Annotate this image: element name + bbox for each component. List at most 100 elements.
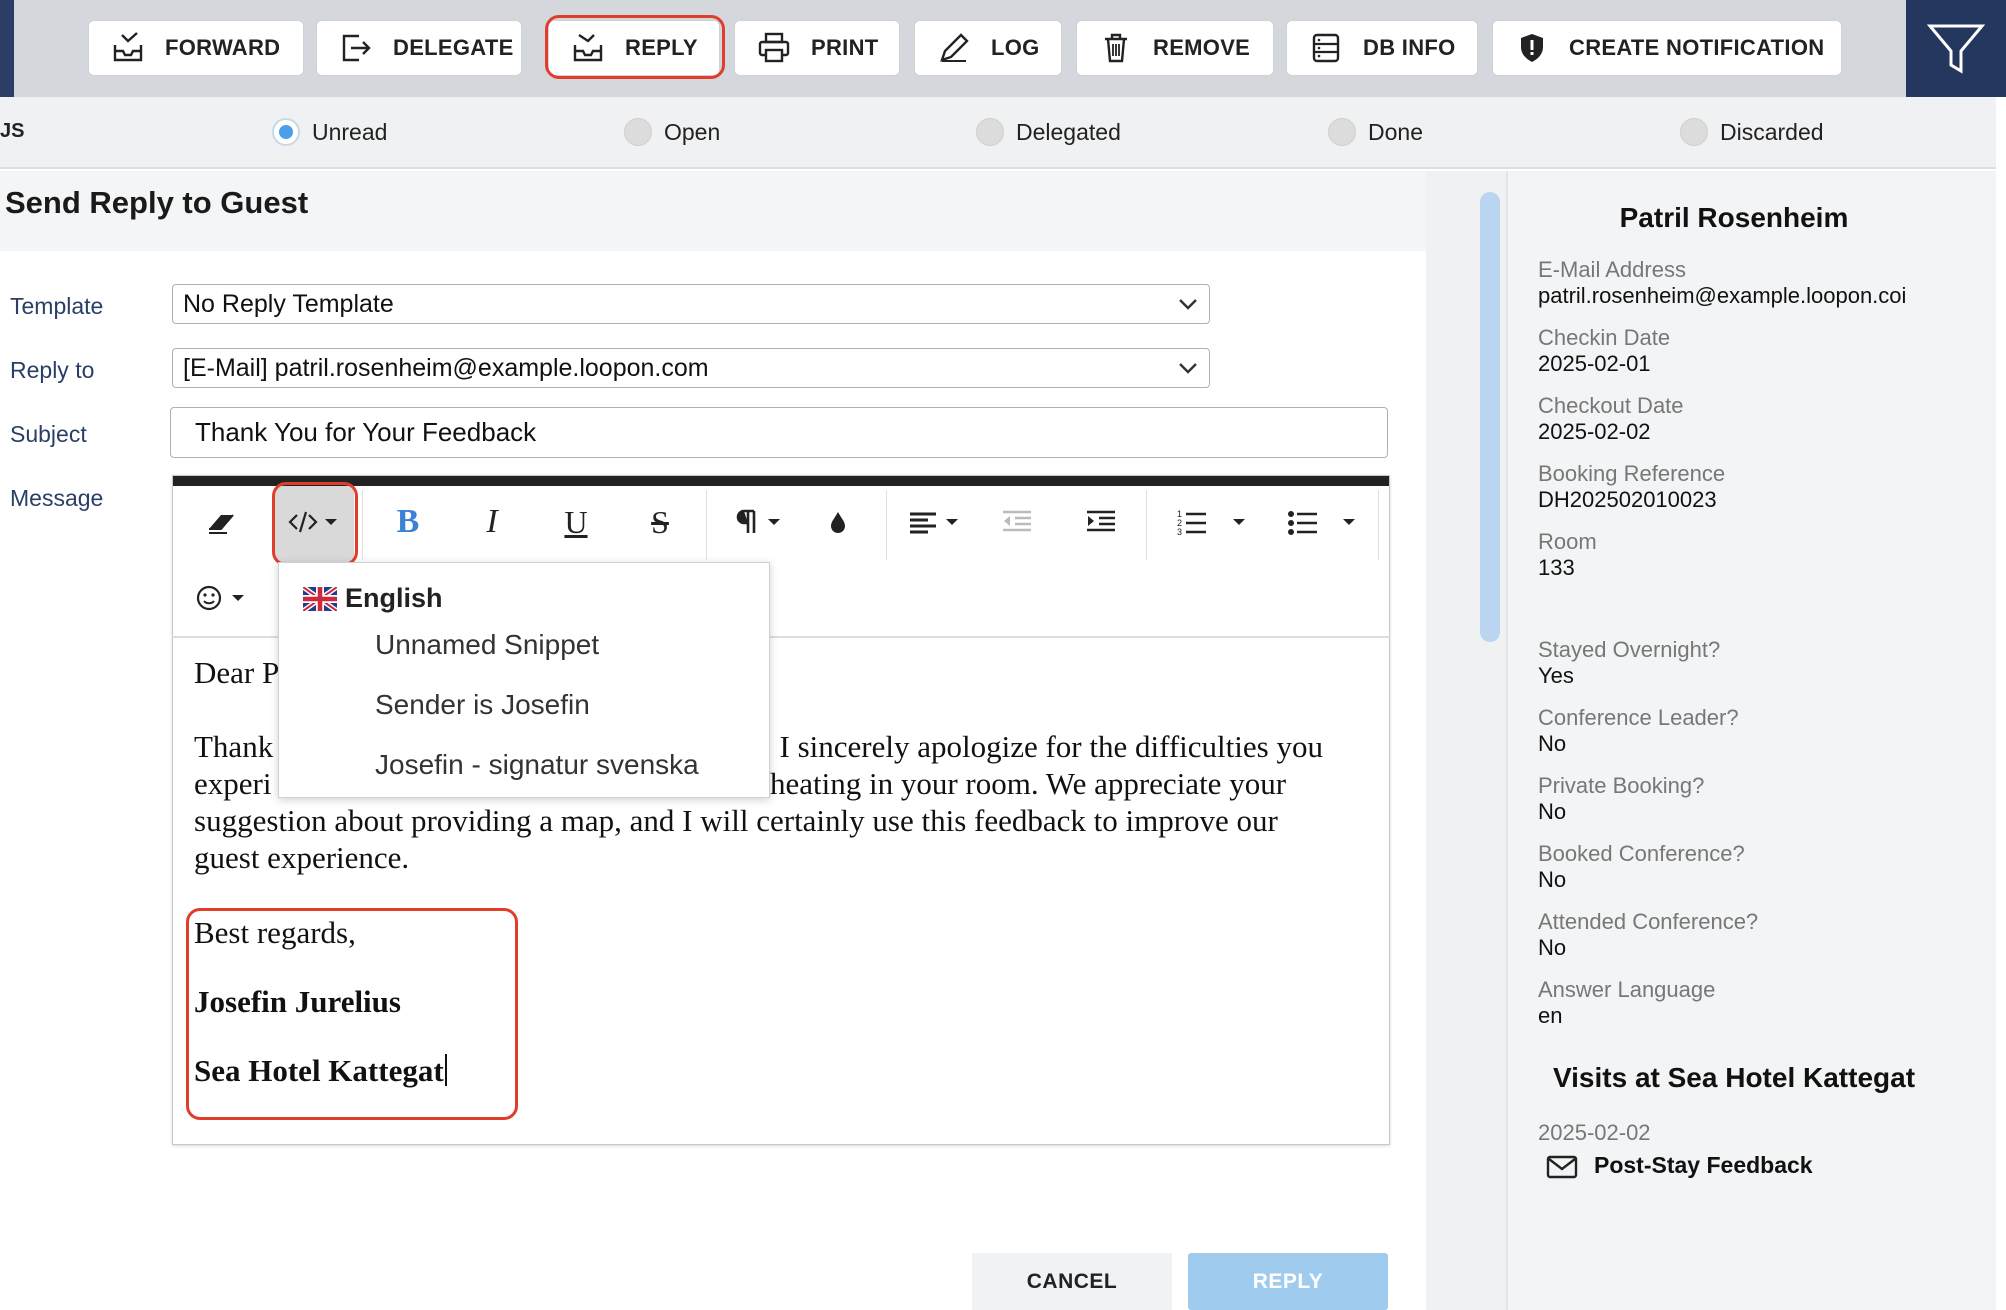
forward-label: FORWARD [165,35,281,60]
status-radio-label: Open [664,118,721,145]
reply-to-label: Reply to [10,357,95,383]
status-radio-discarded[interactable]: Discarded [1680,118,1824,146]
svg-text:3: 3 [1177,527,1182,537]
indent-icon [1087,510,1115,532]
visit-item-link[interactable]: Post-Stay Feedback [1546,1152,1813,1179]
scrollbar-thumb[interactable] [1480,192,1500,642]
snippet-group-english: English [303,583,443,614]
bold-icon: B [396,503,420,540]
code-snippet-icon [288,511,337,533]
reply-to-select[interactable]: [E-Mail] patril.rosenheim@example.loopon… [172,348,1210,388]
guest-field-label: Booked Conference? [1538,841,1745,866]
strikethrough-button[interactable]: S [642,492,678,552]
log-label: LOG [991,35,1040,60]
create-notification-label: CREATE NOTIFICATION [1569,35,1825,60]
body-line-2-right: heating in your room. We appreciate your [770,766,1287,801]
status-radio-unread[interactable]: Unread [272,118,387,146]
template-label: Template [10,293,104,319]
subject-input[interactable]: Thank You for Your Feedback [170,407,1388,458]
underline-button[interactable]: U [558,492,594,552]
right-edge [1996,97,2006,1310]
strikethrough-icon: S [651,503,669,540]
db-info-label: DB INFO [1363,35,1456,60]
guest-field-label: Checkout Date [1538,393,1684,418]
editor-top-border [173,476,1389,486]
toolbar-divider [362,490,363,560]
bold-button[interactable]: B [390,492,426,552]
db-info-button[interactable]: DB INFO [1286,20,1478,76]
uk-flag-icon [303,586,337,611]
closing-line: Best regards, [194,914,1364,983]
radio-dot [1328,118,1356,146]
indent-button[interactable] [1082,492,1120,552]
status-radio-delegated[interactable]: Delegated [976,118,1121,146]
message-label: Message [10,485,104,511]
outdent-button[interactable] [998,492,1036,552]
status-radio-open[interactable]: Open [624,118,720,146]
greeting-text: Dear P [194,655,280,690]
body-line-1-left: Thank [194,729,274,764]
create-notification-button[interactable]: CREATE NOTIFICATION [1492,20,1842,76]
snippet-item-sender-josefin[interactable]: Sender is Josefin [375,689,590,721]
guest-field-label: Attended Conference? [1538,909,1759,934]
visits-title: Visits at Sea Hotel Kattegat [1552,1062,1916,1093]
print-button[interactable]: PRINT [734,20,900,76]
eraser-icon [209,514,234,534]
body-line-4-text: guest experience. [194,840,410,875]
emoji-button[interactable] [196,568,252,628]
guest-booked-conf-value: No [1538,867,1567,892]
reply-toolbar-button[interactable]: REPLY [548,20,720,76]
status-radio-label: Unread [312,118,388,145]
guest-checkout-value: 2025-02-02 [1538,419,1651,444]
radio-dot-selected [272,118,300,146]
subject-input-value: Thank You for Your Feedback [195,417,537,447]
chevron-down-icon [1179,363,1197,374]
subject-label: Subject [10,421,87,447]
snippet-item-unnamed[interactable]: Unnamed Snippet [375,629,599,661]
pencil-icon [940,33,969,62]
remove-label: REMOVE [1153,35,1251,60]
visit-date: 2025-02-02 [1538,1120,1651,1145]
snippet-item-josefin-signatur[interactable]: Josefin - signatur svenska [375,749,699,781]
delegate-arrow-icon [342,34,371,62]
left-edge-bar [0,0,14,97]
template-select[interactable]: No Reply Template [172,284,1210,324]
guest-booking-ref-value: DH202502010023 [1538,487,1717,512]
text-color-button[interactable] [818,492,858,552]
code-snippet-button[interactable] [282,492,348,552]
log-button[interactable]: LOG [914,20,1062,76]
ordered-list-button[interactable]: 123 [1176,492,1254,552]
print-label: PRINT [811,35,879,60]
guest-field-label: Checkin Date [1538,325,1671,350]
italic-button[interactable]: I [474,492,510,552]
delegate-button[interactable]: DELEGATE [316,20,522,76]
envelope-icon [1546,1155,1578,1178]
body-line-4: guest experience. [194,839,1364,876]
status-radio-label: Discarded [1720,118,1824,145]
signature-name: Josefin Jurelius [194,984,401,1019]
cancel-button[interactable]: CANCEL [972,1253,1172,1310]
filter-button[interactable] [1906,0,2006,97]
paragraph-icon [736,509,780,533]
guest-email-value: patril.rosenheim@example.loopon.coi [1538,283,1907,308]
closing-text: Best regards, [194,915,356,950]
reply-toolbar-label: REPLY [625,35,698,60]
paragraph-button[interactable] [730,492,790,552]
remove-button[interactable]: REMOVE [1076,20,1274,76]
guest-field-label: Stayed Overnight? [1538,637,1721,662]
align-icon [910,512,958,534]
reply-form-title: Send Reply to Guest [5,185,309,220]
guest-private-value: No [1538,799,1567,824]
unordered-list-button[interactable] [1286,492,1364,552]
guest-room-value: 133 [1538,555,1575,580]
reply-submit-button[interactable]: REPLY [1188,1253,1388,1310]
guest-conf-leader-value: No [1538,731,1567,756]
chevron-down-icon [1179,299,1197,310]
align-button[interactable] [904,492,968,552]
status-label-fragment: JS [0,120,25,142]
forward-button[interactable]: FORWARD [88,20,304,76]
shield-alert-icon [1521,34,1543,62]
guest-field-label: Conference Leader? [1538,705,1739,730]
status-radio-done[interactable]: Done [1328,118,1423,146]
clear-format-button[interactable] [196,492,248,552]
